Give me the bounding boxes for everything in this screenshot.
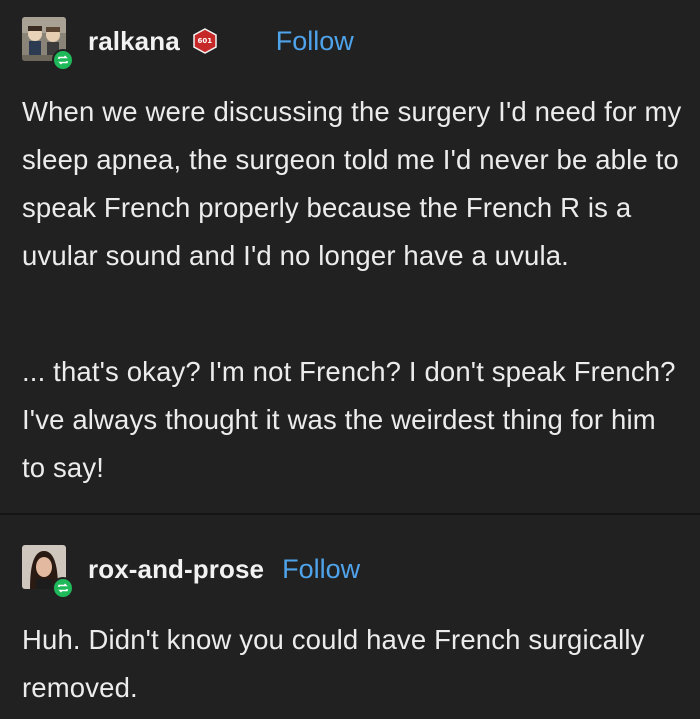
post-paragraph: ... that's okay? I'm not French? I don't…: [22, 348, 682, 492]
username[interactable]: rox-and-prose: [88, 554, 264, 585]
reblog-icon: [52, 577, 74, 599]
reblog-icon: [52, 49, 74, 71]
post-header: ralkana 601 Follow: [22, 15, 354, 71]
follow-button[interactable]: Follow: [282, 554, 360, 585]
paragraph-text: Huh. Didn't know you could have French s…: [22, 624, 645, 703]
post-paragraph: Huh. Didn't know you could have French s…: [22, 616, 682, 712]
avatar-container[interactable]: [22, 545, 74, 599]
paragraph-text: ... that's okay? I'm not French? I don't…: [22, 356, 676, 483]
post-paragraph: When we were discussing the surgery I'd …: [22, 88, 682, 280]
badge-number: 601: [197, 37, 213, 45]
paragraph-text: When we were discussing the surgery I'd …: [22, 96, 682, 271]
follow-button[interactable]: Follow: [276, 26, 354, 57]
d20-badge-icon: 601: [192, 28, 218, 54]
username[interactable]: ralkana: [88, 26, 180, 57]
post-ralkana: ralkana 601 Follow When we were discussi…: [0, 0, 700, 513]
post-header: rox-and-prose Follow: [22, 543, 360, 599]
avatar-container[interactable]: [22, 17, 74, 71]
post-rox-and-prose: rox-and-prose Follow Huh. Didn't know yo…: [0, 513, 700, 719]
